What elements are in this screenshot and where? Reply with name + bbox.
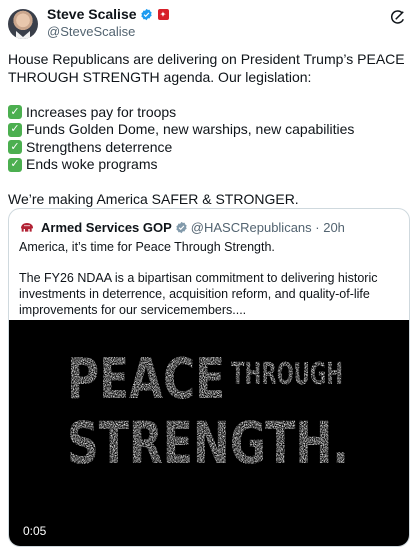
- check-mark-icon: ✓: [8, 105, 22, 120]
- list-item-text: Strengthens deterrence: [26, 138, 173, 155]
- check-mark-icon: ✓: [8, 157, 22, 172]
- tweet-text: House Republicans are delivering on Pres…: [8, 51, 409, 209]
- quote-line-1: America, it’s time for Peace Through Str…: [19, 240, 275, 254]
- list-item-text: Increases pay for troops: [26, 103, 177, 120]
- video-word-through: THROUGH: [231, 357, 343, 392]
- list-item: ✓ Funds Golden Dome, new warships, new c…: [8, 121, 409, 139]
- check-mark-icon: ✓: [8, 140, 22, 155]
- grok-icon[interactable]: [389, 8, 407, 26]
- name-row: Steve Scalise ✦: [47, 6, 169, 23]
- video-frame: PEACE THROUGH STRENGTH.: [67, 347, 349, 477]
- video-word-peace: PEACE: [67, 347, 225, 412]
- list-item: ✓ Strengthens deterrence: [8, 139, 409, 157]
- verified-badge-icon: [176, 221, 187, 233]
- author-handle[interactable]: @SteveScalise: [47, 23, 169, 40]
- quote-text: America, it’s time for Peace Through Str…: [9, 235, 409, 318]
- author-name[interactable]: Steve Scalise: [47, 6, 137, 23]
- video-timestamp: 0:05: [23, 524, 47, 538]
- quote-author-name[interactable]: Armed Services GOP: [41, 220, 172, 235]
- tweet-card: Steve Scalise ✦ @SteveScalise House Repu…: [0, 0, 417, 550]
- tweet-header: Steve Scalise ✦ @SteveScalise: [8, 6, 409, 42]
- list-item-text: Funds Golden Dome, new warships, new cap…: [26, 121, 355, 137]
- video-player[interactable]: PEACE THROUGH STRENGTH. 0:05: [9, 320, 409, 546]
- video-word-strength: STRENGTH.: [67, 409, 349, 477]
- quote-handle-time[interactable]: @HASCRepublicans · 20h: [191, 220, 345, 235]
- list-item: ✓ Increases pay for troops: [8, 104, 409, 122]
- affiliation-flag-icon: ✦: [157, 9, 169, 20]
- quote-header: Armed Services GOP @HASCRepublicans · 20…: [9, 209, 409, 235]
- elephant-logo-icon[interactable]: [19, 219, 35, 235]
- tweet-checklist: ✓ Increases pay for troops ✓ Funds Golde…: [8, 104, 409, 174]
- avatar[interactable]: [8, 9, 38, 39]
- list-item-text: Ends woke programs: [26, 156, 158, 172]
- check-mark-icon: ✓: [8, 122, 22, 137]
- author-identity: Steve Scalise ✦ @SteveScalise: [47, 6, 169, 40]
- verified-badge-icon: [140, 8, 152, 21]
- tweet-intro: House Republicans are delivering on Pres…: [8, 51, 405, 85]
- list-item: ✓ Ends woke programs: [8, 156, 409, 174]
- tweet-closing: We’re making America SAFER & STRONGER.: [8, 191, 299, 207]
- quote-line-2: The FY26 NDAA is a bipartisan commitment…: [19, 271, 378, 317]
- quoted-tweet[interactable]: Armed Services GOP @HASCRepublicans · 20…: [8, 208, 410, 547]
